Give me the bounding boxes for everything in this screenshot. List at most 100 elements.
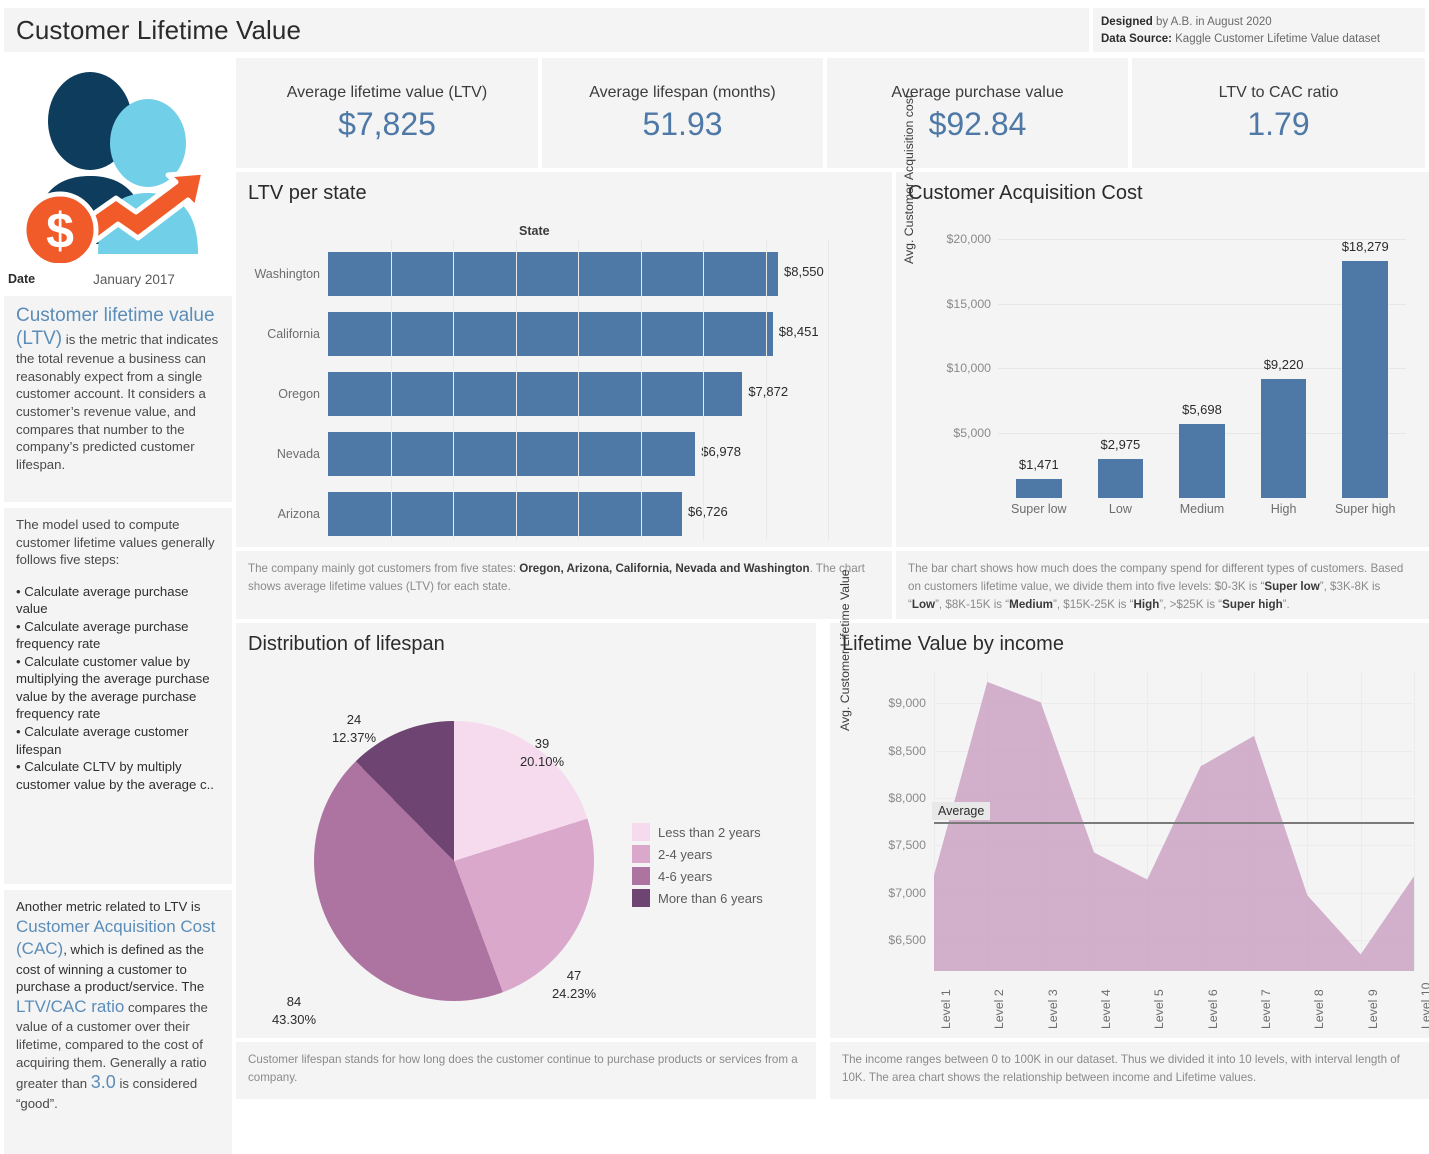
bar-track: $8,451 — [328, 312, 892, 356]
legend-label: 4-6 years — [658, 868, 713, 884]
kpi-card-average-lifespan[interactable]: Average lifespan (months) 51.93 — [542, 58, 823, 168]
designed-value: by A.B. in August 2020 — [1152, 16, 1272, 28]
caption-lifetime-value-by-income: The income ranges between 0 to 100K in o… — [830, 1042, 1429, 1099]
pie-slice-count: 84 — [286, 994, 302, 1009]
kpi-label: LTV to CAC ratio — [1218, 83, 1339, 101]
pie-slice-label: 84 43.30% — [249, 993, 339, 1028]
note-highlight-ltv-cac-ratio: LTV/CAC ratio — [16, 996, 125, 1016]
data-source-line: Data Source: Kaggle Customer Lifetime Va… — [1101, 31, 1415, 48]
dashboard-header: Customer Lifetime Value Designed by A.B.… — [0, 0, 1429, 54]
bar-value-label: $8,550 — [784, 264, 824, 279]
model-step: • Calculate average purchase frequency r… — [16, 618, 189, 652]
bar-value-label: $2,975 — [1100, 437, 1141, 453]
bar-track: $7,872 — [328, 372, 892, 416]
chart-lifetime-value-by-income[interactable]: Lifetime Value by income Avg. Customer L… — [830, 569, 1429, 1038]
model-step: • Calculate customer value by multiplyin… — [16, 653, 210, 722]
bar[interactable] — [1342, 261, 1389, 498]
pie-slice-count: 39 — [534, 736, 550, 751]
pie-slice-percent: 12.37% — [331, 729, 377, 745]
caption-text: ”, $15K-25K is “ — [1052, 597, 1134, 611]
designed-label: Designed — [1101, 16, 1153, 28]
bar-value-label: $8,451 — [778, 324, 819, 339]
bar-value-label: $7,872 — [748, 384, 789, 399]
legend-item[interactable]: More than 6 years — [632, 887, 763, 909]
bar[interactable] — [1179, 424, 1225, 498]
bar[interactable] — [1015, 478, 1062, 498]
bar-row[interactable]: Oregon $7,872 — [236, 364, 892, 424]
model-step: • Calculate average purchase value — [16, 583, 189, 617]
bar-category-label: Arizona — [277, 507, 320, 521]
kpi-card-average-purchase-value[interactable]: Average purchase value $92.84 — [827, 58, 1128, 168]
gridline — [515, 240, 517, 540]
y-axis-tick-label: $5,000 — [953, 426, 991, 441]
date-row: Date January 2017 — [8, 266, 223, 292]
model-step: • Calculate average customer lifespan — [16, 724, 189, 757]
bar-fill[interactable] — [328, 492, 682, 536]
chart-title: Customer Acquisition Cost — [908, 182, 1143, 204]
x-axis-tick-label: Low — [1108, 502, 1132, 516]
bar-category-label: Oregon — [278, 387, 320, 401]
x-axis-tick-label: High — [1270, 502, 1297, 516]
pie-slice-label: 39 20.10% — [497, 735, 587, 770]
bar-row[interactable]: Nevada $6,978 — [236, 424, 892, 484]
chart-distribution-of-lifespan[interactable]: Distribution of lifespan 39 20.10% 47 24.23… — [236, 623, 816, 1038]
y-axis-tick-label: $6,500 — [888, 933, 926, 948]
pie-slice-label: 24 12.37% — [309, 711, 399, 746]
kpi-value: 1.79 — [1247, 105, 1310, 142]
average-reference-line — [934, 821, 1414, 824]
axis-title-area-y: Avg. Customer Lifetime Value — [838, 569, 852, 731]
chart-customer-acquisition-cost[interactable]: Customer Acquisition Cost Avg. Customer … — [896, 95, 1429, 547]
sidebar: $ Date January 2017 Customer lifetime va… — [0, 58, 232, 1154]
area-polygon — [934, 681, 1414, 971]
legend-item[interactable]: Less than 2 years — [632, 821, 763, 843]
gridline — [828, 240, 829, 540]
bar[interactable] — [1097, 459, 1144, 498]
kpi-label: Average lifespan (months) — [589, 83, 776, 101]
note-ltv-definition: Customer lifetime value (LTV) is the met… — [4, 296, 232, 502]
caption-ltv-per-state: The company mainly got customers from fi… — [236, 551, 892, 619]
chart-title: Distribution of lifespan — [248, 633, 445, 655]
y-axis-tick-label: $7,000 — [888, 885, 926, 900]
gridline — [453, 240, 454, 540]
bar[interactable] — [1260, 378, 1307, 498]
kpi-card-average-lifetime-value[interactable]: Average lifetime value (LTV) $7,825 — [236, 58, 538, 168]
caption-bold: Low — [911, 597, 936, 611]
date-value[interactable]: January 2017 — [93, 272, 175, 287]
bar-row[interactable]: Washington $8,550 — [236, 244, 892, 304]
bar-row[interactable]: California $8,451 — [236, 304, 892, 364]
kpi-card-ltv-to-cac-ratio[interactable]: LTV to CAC ratio 1.79 — [1132, 58, 1425, 168]
x-axis-tick-label: Level 7 — [1259, 989, 1273, 1029]
legend-swatch — [632, 823, 650, 841]
bar-category-label: Nevada — [276, 447, 320, 461]
note-body: is the metric that indicates the total r… — [16, 332, 219, 472]
y-axis-tick-label: $15,000 — [946, 296, 991, 311]
legend-item[interactable]: 2-4 years — [632, 843, 763, 865]
legend-label: 2-4 years — [658, 846, 713, 862]
x-axis-tick-label: Level 10 — [1419, 982, 1429, 1030]
bar-value-label: $9,220 — [1263, 356, 1304, 372]
credits-block: Designed by A.B. in August 2020 Data Sou… — [1093, 8, 1425, 52]
pie-slice-count: 24 — [346, 712, 362, 727]
model-steps-list: • Calculate average purchase value • Cal… — [16, 583, 222, 794]
average-line-label: Average — [932, 801, 991, 820]
bar-row[interactable]: Arizona $6,726 — [236, 484, 892, 544]
kpi-value: $92.84 — [928, 105, 1027, 142]
legend-item[interactable]: 4-6 years — [632, 865, 763, 887]
caption-text: ”, >$25K is “ — [1159, 597, 1223, 611]
x-axis-tick-label: Level 6 — [1205, 989, 1220, 1029]
bar-track: $8,550 — [328, 252, 892, 296]
chart-ltv-per-state[interactable]: LTV per state State Washington $8,550 Cali… — [236, 172, 892, 547]
caption-bold: High — [1133, 597, 1160, 611]
pie-slice-percent: 43.30% — [271, 1011, 317, 1027]
y-axis-tick-label: $8,000 — [888, 791, 926, 805]
y-axis-tick-label: $20,000 — [946, 231, 991, 246]
gridline — [703, 240, 704, 540]
caption-text: Customer lifespan stands for how long do… — [248, 1053, 798, 1084]
bar-track: $6,978 — [328, 432, 892, 476]
bar-fill[interactable] — [328, 252, 778, 296]
bar-fill[interactable] — [328, 312, 773, 356]
cac-plot-area: $5,000 $10,000 $15,000 $20,000 $1,471 Super l… — [947, 226, 1406, 516]
designed-by-line: Designed by A.B. in August 2020 — [1101, 14, 1415, 31]
x-axis-tick-label: Level 3 — [1045, 989, 1060, 1029]
x-axis-tick-label: Super low — [1011, 502, 1067, 516]
